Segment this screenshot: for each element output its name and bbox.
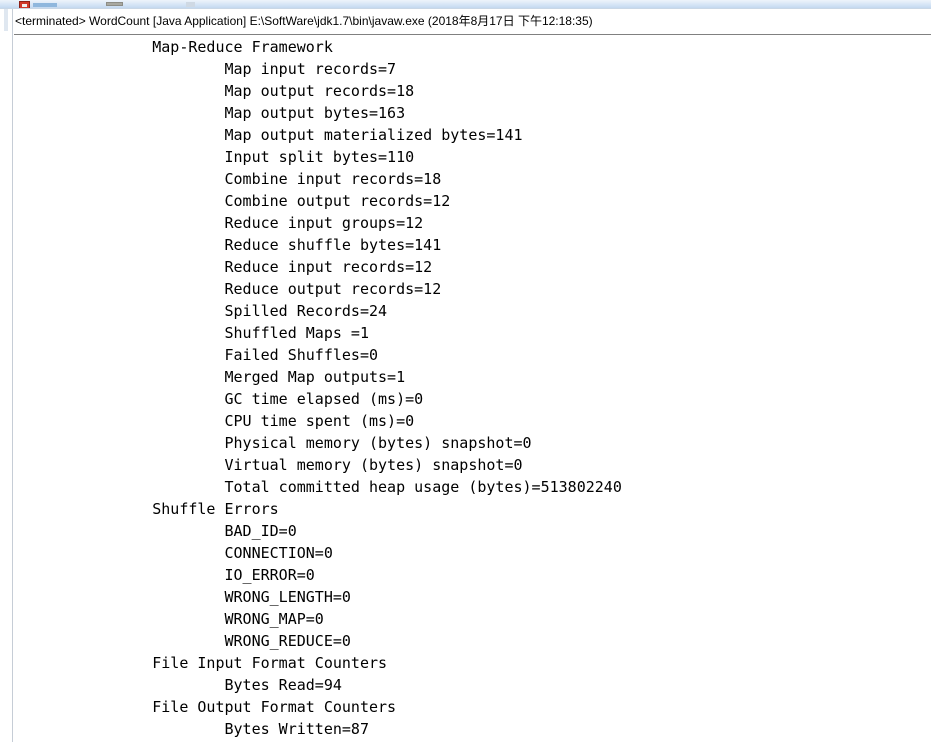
terminate-icon[interactable] xyxy=(19,1,30,8)
console-line: Reduce input records=12 xyxy=(80,258,433,276)
eclipse-console-window: <terminated> WordCount [Java Application… xyxy=(0,0,931,742)
console-line: WRONG_LENGTH=0 xyxy=(80,588,351,606)
console-line: Reduce output records=12 xyxy=(80,280,442,298)
console-line: CPU time spent (ms)=0 xyxy=(80,412,415,430)
console-line: Failed Shuffles=0 xyxy=(80,346,379,364)
console-line: Reduce input groups=12 xyxy=(80,214,424,232)
console-panel[interactable]: <terminated> WordCount [Java Application… xyxy=(14,9,931,742)
console-output-text[interactable]: Map-Reduce Framework Map input records=7… xyxy=(14,36,931,742)
console-line: WRONG_MAP=0 xyxy=(80,610,324,628)
console-line: Map input records=7 xyxy=(80,60,397,78)
console-line: Combine input records=18 xyxy=(80,170,442,188)
console-toolbar xyxy=(0,0,931,9)
console-line: Virtual memory (bytes) snapshot=0 xyxy=(80,456,523,474)
console-line: Map output bytes=163 xyxy=(80,104,406,122)
console-line: BAD_ID=0 xyxy=(80,522,297,540)
console-line: Map-Reduce Framework xyxy=(80,38,333,56)
console-line: CONNECTION=0 xyxy=(80,544,333,562)
console-line: Total committed heap usage (bytes)=51380… xyxy=(80,478,622,496)
console-line: IO_ERROR=0 xyxy=(80,566,315,584)
remove-launch-icon[interactable] xyxy=(33,3,57,7)
console-line: Map output records=18 xyxy=(80,82,415,100)
header-separator xyxy=(14,34,931,35)
console-line: WRONG_REDUCE=0 xyxy=(80,632,351,650)
console-line: Shuffle Errors xyxy=(80,500,279,518)
console-line: Bytes Written=87 xyxy=(80,720,369,738)
console-line: File Output Format Counters xyxy=(80,698,406,716)
console-line: Combine output records=12 xyxy=(80,192,451,210)
view-left-gutter xyxy=(0,9,13,742)
launch-configuration-header: <terminated> WordCount [Java Application… xyxy=(15,14,593,28)
console-line: Map output materialized bytes=141 xyxy=(80,126,523,144)
scroll-lock-icon[interactable] xyxy=(106,2,123,6)
console-line: Reduce shuffle bytes=141 xyxy=(80,236,442,254)
console-line: GC time elapsed (ms)=0 xyxy=(80,390,424,408)
console-line: Input split bytes=110 xyxy=(80,148,415,166)
console-line: Spilled Records=24 xyxy=(80,302,388,320)
console-line: File Input Format Counters xyxy=(80,654,397,672)
console-line: Shuffled Maps =1 xyxy=(80,324,369,342)
gutter-shade xyxy=(4,9,8,31)
console-line: Physical memory (bytes) snapshot=0 xyxy=(80,434,532,452)
console-line: Bytes Read=94 xyxy=(80,676,342,694)
pin-console-icon[interactable] xyxy=(186,2,195,7)
console-line: Merged Map outputs=1 xyxy=(80,368,406,386)
